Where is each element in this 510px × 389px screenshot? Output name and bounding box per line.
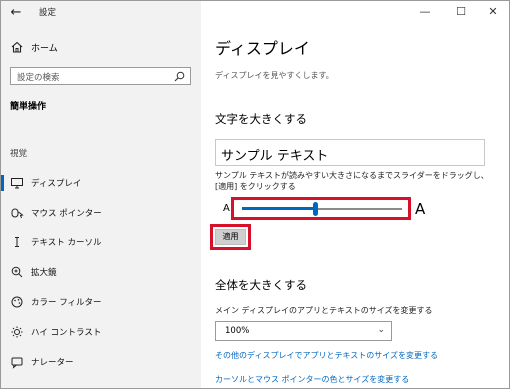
narrator-icon xyxy=(11,357,23,369)
sidebar-item-label: カラー フィルター xyxy=(31,298,102,308)
apply-button[interactable]: 適用 xyxy=(215,229,246,245)
cursor-settings-link[interactable]: カーソルとマウス ポインターの色とサイズを変更する xyxy=(215,374,409,385)
sidebar-item-label: ディスプレイ xyxy=(31,179,82,189)
other-displays-link[interactable]: その他のディスプレイでアプリとテキストのサイズを変更する xyxy=(215,350,438,361)
scale-label: メイン ディスプレイのアプリとテキストのサイズを変更する xyxy=(215,306,433,315)
scale-heading: 全体を大きくする xyxy=(215,278,307,292)
close-button[interactable]: ✕ xyxy=(483,3,503,21)
high-contrast-icon xyxy=(11,326,23,338)
slider-min-label: A xyxy=(223,203,230,214)
back-button[interactable]: ← xyxy=(7,4,25,22)
settings-window: ← 設定 ホーム 設定の検索 簡単操作 視覚 ディスプレイ マウス ポインター … xyxy=(0,0,510,389)
mouse-pointer-icon xyxy=(11,208,24,219)
maximize-button[interactable]: ☐ xyxy=(451,3,471,21)
scale-value: 100% xyxy=(225,326,250,336)
sidebar-item-narrator[interactable]: ナレーター xyxy=(1,351,201,373)
slider-instruction: サンプル テキストが読みやすい大きさになるまでスライダーをドラッグし、[適用] … xyxy=(215,171,489,191)
sidebar-item-label: ハイ コントラスト xyxy=(31,328,102,338)
page-title: ディスプレイ xyxy=(215,39,310,58)
color-filter-icon xyxy=(11,296,23,308)
slider-thumb[interactable] xyxy=(313,202,319,216)
sidebar-item-color-filter[interactable]: カラー フィルター xyxy=(1,291,201,313)
minimize-button[interactable]: — xyxy=(415,3,435,21)
chevron-down-icon: ⌄ xyxy=(377,325,385,335)
text-size-heading: 文字を大きくする xyxy=(215,112,307,126)
sidebar-item-home[interactable]: ホーム xyxy=(1,36,201,58)
sidebar-item-label: 拡大鏡 xyxy=(31,268,57,278)
search-icon xyxy=(174,71,185,82)
app-title: 設定 xyxy=(39,8,57,18)
search-input[interactable]: 設定の検索 xyxy=(10,67,191,85)
sidebar-item-high-contrast[interactable]: ハイ コントラスト xyxy=(1,321,201,343)
sidebar: ← 設定 ホーム 設定の検索 簡単操作 視覚 ディスプレイ マウス ポインター … xyxy=(1,1,201,388)
section-title: 簡単操作 xyxy=(10,102,47,112)
sidebar-item-label: マウス ポインター xyxy=(31,209,102,219)
sidebar-item-label: テキスト カーソル xyxy=(31,238,102,248)
group-label-vision: 視覚 xyxy=(10,149,28,159)
maximize-icon: ☐ xyxy=(456,5,466,18)
close-icon: ✕ xyxy=(488,5,498,18)
magnifier-icon xyxy=(11,266,23,278)
scale-dropdown[interactable]: 100% ⌄ xyxy=(215,321,392,341)
text-cursor-icon xyxy=(15,237,19,247)
apply-button-highlight: 適用 xyxy=(210,224,251,250)
window-controls: — ☐ ✕ xyxy=(399,1,509,23)
sidebar-item-mouse-pointer[interactable]: マウス ポインター xyxy=(1,202,201,224)
title-bar: ← 設定 xyxy=(1,1,201,25)
sample-text: サンプル テキスト xyxy=(221,149,329,164)
sidebar-item-text-cursor[interactable]: テキスト カーソル xyxy=(1,231,201,253)
text-size-slider-highlight xyxy=(231,197,411,220)
sidebar-item-label: ホーム xyxy=(31,44,58,54)
page-subtitle: ディスプレイを見やすくします。 xyxy=(215,71,334,80)
slider-max-label: A xyxy=(415,200,426,218)
home-icon xyxy=(11,41,23,53)
sidebar-item-display[interactable]: ディスプレイ xyxy=(1,172,201,194)
monitor-icon xyxy=(11,178,23,189)
slider-fill xyxy=(242,207,316,210)
search-placeholder: 設定の検索 xyxy=(17,73,60,83)
sidebar-item-label: ナレーター xyxy=(31,358,74,368)
main-content: — ☐ ✕ ディスプレイ ディスプレイを見やすくします。 文字を大きくする サン… xyxy=(201,1,509,388)
back-arrow-icon: ← xyxy=(10,5,22,20)
minimize-icon: — xyxy=(419,5,431,18)
sample-text-box: サンプル テキスト xyxy=(215,139,485,166)
sidebar-item-magnifier[interactable]: 拡大鏡 xyxy=(1,261,201,283)
